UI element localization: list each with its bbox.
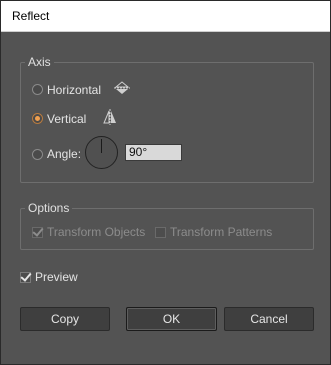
transform-objects-label: Transform Objects — [47, 225, 146, 239]
vertical-radio[interactable] — [32, 113, 43, 124]
angle-radio-row[interactable]: Angle: — [32, 147, 81, 161]
copy-button[interactable]: Copy — [20, 307, 110, 331]
ok-button[interactable]: OK — [126, 307, 217, 331]
transform-patterns-label: Transform Patterns — [170, 225, 273, 239]
preview-label: Preview — [35, 270, 78, 284]
horizontal-label: Horizontal — [47, 82, 102, 97]
transform-objects-checkbox[interactable] — [32, 226, 43, 238]
horizontal-radio-row[interactable]: Horizontal — [32, 81, 131, 98]
reflect-vertical-icon — [102, 109, 118, 128]
angle-dial-icon[interactable] — [85, 136, 118, 169]
preview-row[interactable]: Preview — [20, 270, 78, 284]
reflect-horizontal-icon — [113, 81, 131, 98]
horizontal-radio[interactable] — [32, 84, 43, 95]
reflect-dialog: Reflect Axis Horizontal Vertical Angle: — [0, 0, 331, 365]
angle-label: Angle: — [47, 147, 82, 161]
vertical-radio-row[interactable]: Vertical — [32, 109, 118, 128]
transform-objects-row[interactable]: Transform Objects — [32, 225, 145, 239]
axis-group-label: Axis — [25, 55, 54, 69]
options-group-label: Options — [25, 201, 73, 215]
angle-radio[interactable] — [32, 148, 43, 160]
angle-input[interactable]: 90° — [125, 144, 182, 161]
window-title: Reflect — [1, 1, 330, 32]
transform-patterns-row[interactable]: Transform Patterns — [155, 225, 272, 239]
transform-patterns-checkbox[interactable] — [155, 226, 166, 238]
vertical-label: Vertical — [47, 111, 87, 126]
cancel-button[interactable]: Cancel — [224, 307, 314, 331]
preview-checkbox[interactable] — [20, 271, 31, 283]
